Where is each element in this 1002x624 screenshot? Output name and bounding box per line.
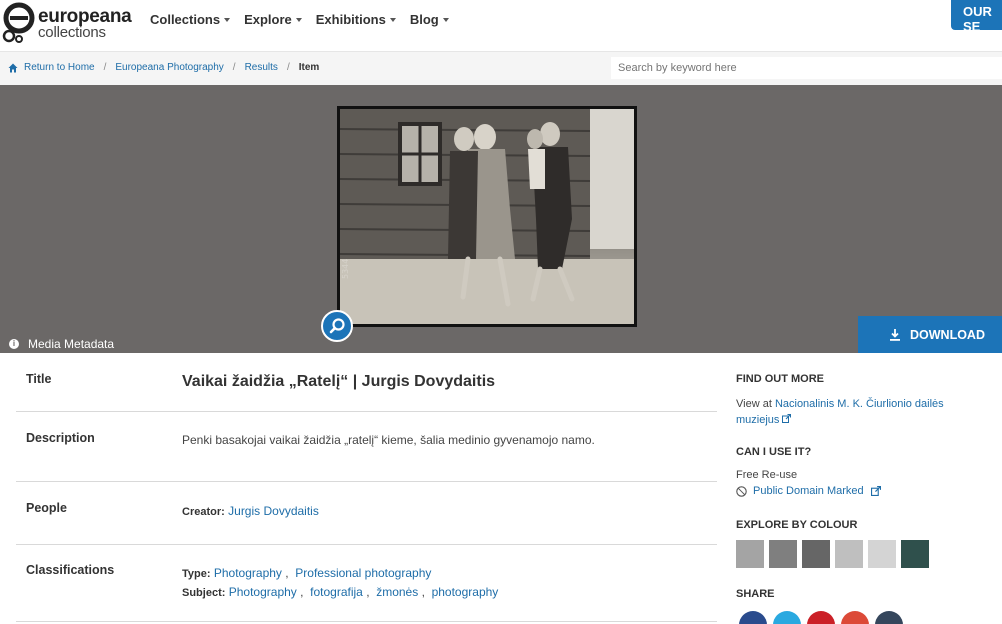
license-link[interactable]: Public Domain Marked (753, 485, 864, 497)
title-label: Title (26, 372, 52, 386)
row-description: Description Penki basakojai vaikai žaidž… (16, 412, 717, 482)
subject-link[interactable]: photography (432, 585, 499, 599)
provider-link[interactable]: muziejus (736, 414, 779, 426)
googleplus-share-icon[interactable] (841, 611, 869, 624)
colour-swatch[interactable] (736, 540, 764, 568)
subject-link[interactable]: fotografija (310, 585, 363, 599)
can-i-use-heading: CAN I USE IT? (736, 446, 812, 458)
breadcrumb-home-link[interactable]: Return to Home (24, 62, 95, 73)
creator-label: Creator: (182, 506, 225, 518)
our-services-button[interactable]: OUR SE (951, 0, 1002, 34)
nav-explore[interactable]: Explore (244, 12, 302, 27)
colour-swatch[interactable] (802, 540, 830, 568)
explore-colour-heading: EXPLORE BY COLOUR (736, 519, 858, 531)
colour-swatch[interactable] (835, 540, 863, 568)
type-link-photography[interactable]: Photography (214, 566, 282, 580)
photo-edge-number: 5344 (341, 259, 350, 279)
row-classifications: Classifications Type: Photography , Prof… (16, 545, 717, 622)
breadcrumb: Return to Home / Europeana Photography /… (8, 62, 319, 73)
chevron-down-icon (389, 18, 396, 22)
license-row: Public Domain Marked (736, 485, 881, 497)
description-label: Description (26, 431, 95, 445)
external-link-icon (782, 414, 792, 423)
logo-subtitle: collections (38, 24, 106, 41)
site-header: europeana collections Collections Explor… (0, 0, 1002, 52)
free-reuse-text: Free Re-use (736, 469, 798, 481)
zoom-search-icon (329, 318, 345, 334)
home-icon (8, 63, 18, 72)
item-photo[interactable]: 5344 (337, 106, 637, 327)
row-title: Title Vaikai žaidžia „Ratelį“ | Jurgis D… (16, 353, 717, 412)
chevron-down-icon (224, 18, 231, 22)
main-nav: Collections Explore Exhibitions Blog (150, 12, 463, 27)
facebook-share-icon[interactable] (739, 611, 767, 624)
download-icon (890, 328, 900, 341)
breadcrumb-collection-link[interactable]: Europeana Photography (115, 62, 223, 73)
zoom-button[interactable] (321, 310, 353, 342)
twitter-share-icon[interactable] (773, 611, 801, 624)
type-label: Type: (182, 568, 211, 580)
chevron-down-icon (295, 18, 302, 22)
nav-blog[interactable]: Blog (410, 12, 449, 27)
public-domain-icon (736, 485, 747, 497)
search-input[interactable] (611, 57, 1002, 79)
provider-text: View at Nacionalinis M. K. Čiurlionio da… (736, 398, 944, 426)
people-label: People (26, 501, 67, 515)
breadcrumb-current: Item (298, 62, 320, 73)
item-description: Penki basakojai vaikai žaidžia „ratelį“ … (182, 433, 595, 447)
subject-label: Subject: (182, 587, 226, 599)
nav-collections[interactable]: Collections (150, 12, 231, 27)
find-out-more-heading: FIND OUT MORE (736, 373, 824, 385)
europeana-logo-icon (2, 2, 35, 43)
chevron-down-icon (442, 18, 449, 22)
media-metadata-toggle[interactable]: i Media Metadata (9, 337, 114, 351)
europeana-logo[interactable]: europeana collections (2, 2, 142, 46)
nav-exhibitions[interactable]: Exhibitions (316, 12, 396, 27)
download-button[interactable]: DOWNLOAD (858, 316, 1002, 353)
breadcrumb-results-link[interactable]: Results (245, 62, 278, 73)
tumblr-share-icon[interactable] (875, 611, 903, 624)
classifications-label: Classifications (26, 563, 115, 577)
external-link-icon (870, 486, 881, 496)
item-title: Vaikai žaidžia „Ratelį“ | Jurgis Dovydai… (182, 373, 496, 390)
photo-children-dancing: 5344 (340, 109, 634, 324)
colour-swatch[interactable] (868, 540, 896, 568)
subject-link[interactable]: žmonės (376, 585, 418, 599)
provider-link[interactable]: Nacionalinis M. K. Čiurlionio dailės (775, 398, 944, 410)
type-link-professional[interactable]: Professional photography (295, 566, 431, 580)
share-heading: SHARE (736, 588, 775, 600)
row-people: People Creator: Jurgis Dovydaitis (16, 482, 717, 545)
pinterest-share-icon[interactable] (807, 611, 835, 624)
colour-swatch[interactable] (901, 540, 929, 568)
info-icon: i (9, 339, 19, 349)
colour-swatch[interactable] (769, 540, 797, 568)
creator-link[interactable]: Jurgis Dovydaitis (228, 504, 319, 518)
subject-link[interactable]: Photography (229, 585, 297, 599)
